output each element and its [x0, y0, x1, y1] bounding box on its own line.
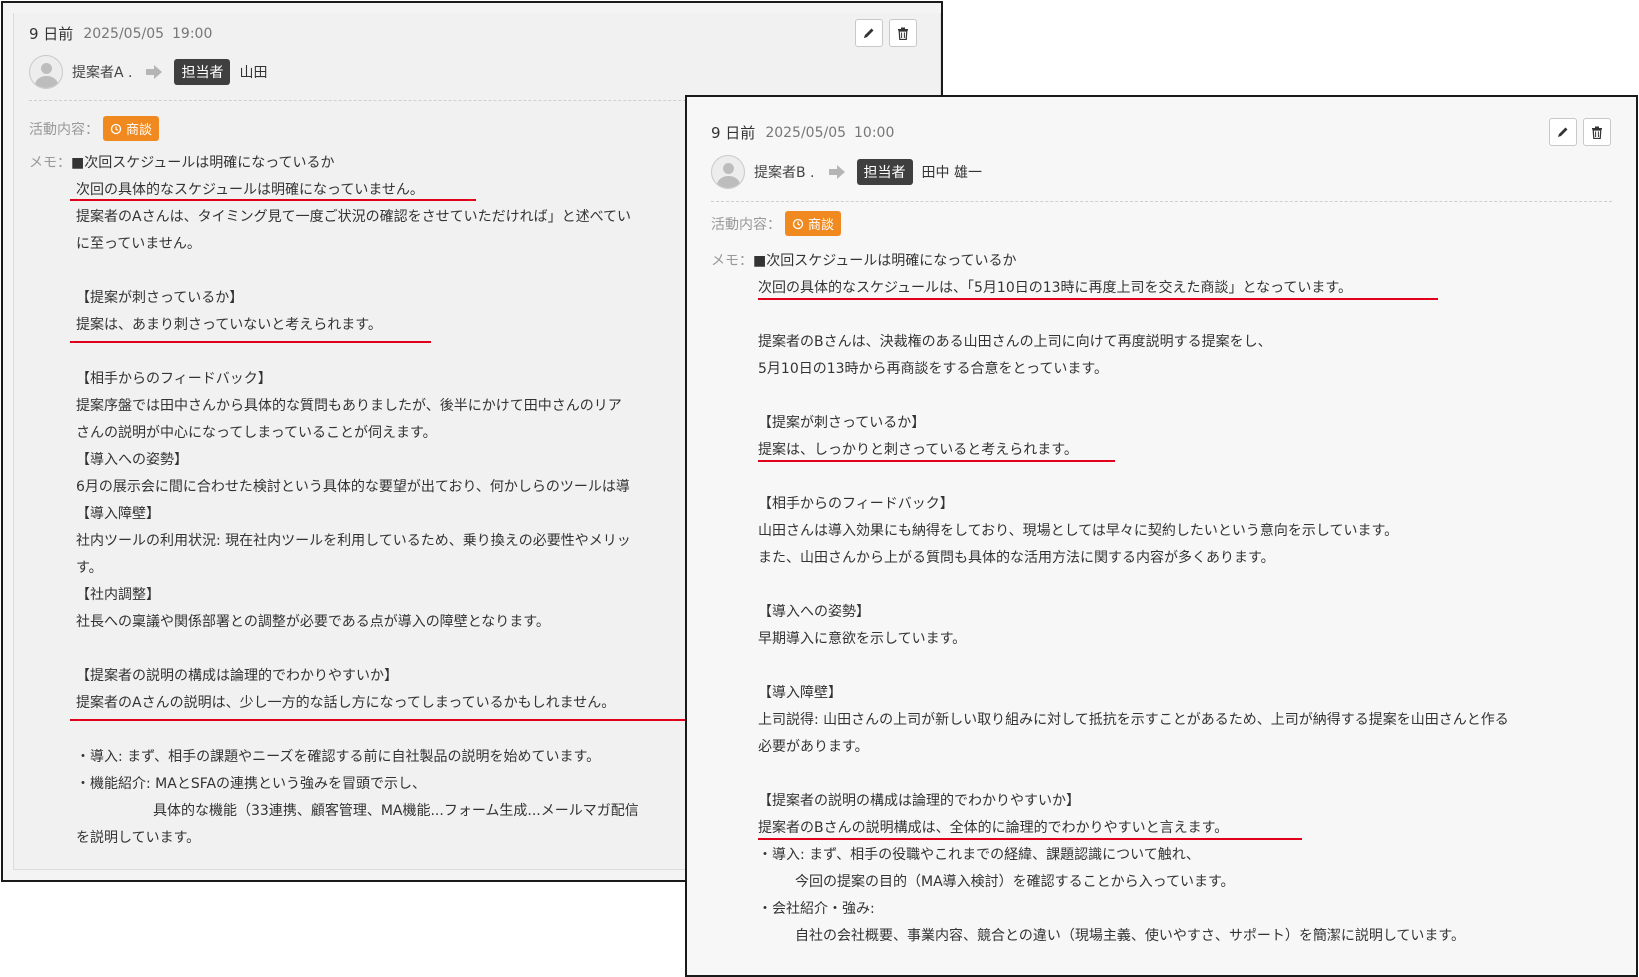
pencil-icon	[864, 28, 874, 38]
memo-line: 具体的な機能（33連携、顧客管理、MA機能...フォーム生成...メールマガ配信	[153, 803, 639, 819]
pencil-icon	[1558, 127, 1568, 137]
memo-label: メモ：	[711, 253, 753, 269]
activity-time: 19:00	[172, 25, 213, 42]
memo-line: 上司説得: 山田さんの上司が新しい取り組みに対して抵抗を示すことがあるため、上司…	[758, 712, 1509, 728]
memo-line: を説明しています。	[76, 830, 201, 846]
memo-line: 提案は、しっかりと刺さっていると考えられます。	[758, 442, 1078, 458]
trash-icon	[1592, 126, 1602, 139]
activity-label: 活動内容：	[711, 216, 781, 233]
delete-button[interactable]	[1583, 118, 1611, 146]
red-underline	[70, 199, 476, 201]
memo-line: す。	[76, 560, 103, 576]
memo-line: 必要があります。	[758, 739, 869, 755]
memo-line: 【導入への姿勢】	[76, 452, 188, 468]
edit-button[interactable]	[855, 19, 883, 47]
red-underline	[70, 719, 690, 721]
memo-line: 次回の具体的なスケジュールは明確になっていません。	[76, 182, 424, 198]
edit-button[interactable]	[1549, 118, 1577, 146]
clock-history-icon	[110, 123, 122, 134]
memo-line: 6月の展示会に間に合わせた検討という具体的な要望が出ており、何かしらのツールは導	[76, 479, 630, 495]
memo-line: さんの説明が中心になってしまっていることが伺えます。	[76, 425, 437, 441]
trash-icon	[898, 27, 908, 40]
memo-row: メモ：■次回スケジュールは明確になっているか	[29, 152, 335, 172]
arrow-right-icon	[146, 65, 163, 79]
divider	[711, 201, 1612, 202]
card-a-people: 提案者A . 担当者 山田	[29, 55, 267, 89]
card-b-header: 9 日前 2025/05/05 10:00	[711, 122, 894, 143]
memo-line: 【相手からのフィードバック】	[76, 371, 272, 387]
memo-line: 【導入への姿勢】	[758, 604, 870, 620]
memo-line: 次回の具体的なスケジュールは、「5月10日の13時に再度上司を交えた商談」となっ…	[758, 280, 1353, 296]
memo-first-line: ■次回スケジュールは明確になっているか	[753, 253, 1017, 269]
days-ago: 9 日前	[29, 25, 74, 43]
assignee-badge: 担当者	[856, 159, 913, 185]
proposer-name[interactable]: 提案者B .	[754, 162, 815, 182]
memo-line: 今回の提案の目的（MA導入検討）を確認することから入っています。	[795, 874, 1235, 890]
activity-time: 10:00	[854, 124, 895, 141]
activity-date: 2025/05/05	[83, 25, 165, 42]
memo-line: 【相手からのフィードバック】	[758, 496, 954, 512]
memo-line: 【提案が刺さっているか】	[76, 290, 244, 306]
memo-line: 【社内調整】	[76, 587, 160, 603]
memo-line: ・導入: まず、相手の役職やこれまでの経緯、課題認識について触れ、	[758, 847, 1200, 863]
memo-line: 提案序盤では田中さんから具体的な質問もありましたが、後半にかけて田中さんのリア	[76, 398, 622, 414]
red-underline	[70, 341, 431, 343]
memo-row: メモ：■次回スケジュールは明確になっているか	[711, 250, 1017, 270]
activity-card-b: 9 日前 2025/05/05 10:00 提案者B . 担当者 田中 雄一 活…	[685, 95, 1638, 977]
memo-line: ・機能紹介: MAとSFAの連携という強みを冒頭で示し、	[76, 776, 427, 792]
assignee-badge: 担当者	[174, 59, 231, 85]
memo-line: 5月10日の13時から再商談をする合意をとっています。	[758, 361, 1109, 377]
assignee-name[interactable]: 山田	[239, 62, 267, 82]
arrow-right-icon	[828, 165, 845, 179]
card-a-activity: 活動内容： 商談	[29, 116, 160, 141]
memo-line: 提案者のBさんは、決裁権のある山田さんの上司に向けて再度説明する提案をし、	[758, 334, 1272, 350]
activity-badge: 商談	[785, 211, 842, 236]
days-ago: 9 日前	[711, 124, 756, 142]
card-b-activity: 活動内容： 商談	[711, 211, 842, 236]
delete-button[interactable]	[889, 19, 917, 47]
memo-line: また、山田さんから上がる質問も具体的な活用方法に関する内容が多くあります。	[758, 550, 1275, 566]
red-underline	[758, 298, 1438, 300]
memo-label: メモ：	[29, 155, 71, 171]
avatar-icon	[711, 155, 745, 189]
activity-date: 2025/05/05	[765, 124, 847, 141]
memo-line: 社内ツールの利用状況: 現在社内ツールを利用しているため、乗り換えの必要性やメリ…	[76, 533, 631, 549]
activity-badge-label: 商談	[808, 218, 835, 233]
memo-line: 提案者のBさんの説明構成は、全体的に論理的でわかりやすいと言えます。	[758, 820, 1229, 836]
memo-line: に至っていません。	[76, 236, 201, 252]
assignee-name[interactable]: 田中 雄一	[922, 162, 982, 182]
card-a-header: 9 日前 2025/05/05 19:00	[29, 23, 212, 44]
card-b-people: 提案者B . 担当者 田中 雄一	[711, 155, 982, 189]
memo-line: 【導入障壁】	[76, 506, 160, 522]
memo-line: 山田さんは導入効果にも納得をしており、現場としては早々に契約したいという意向を示…	[758, 523, 1399, 539]
memo-line: 提案は、あまり刺さっていないと考えられます。	[76, 317, 382, 333]
activity-badge-label: 商談	[126, 123, 153, 138]
memo-line: 【提案者の説明の構成は論理的でわかりやすいか】	[758, 793, 1080, 809]
memo-line: 自社の会社概要、事業内容、競合との違い（現場主義、使いやすさ、サポート）を簡潔に…	[795, 928, 1466, 944]
activity-label: 活動内容：	[29, 121, 99, 138]
memo-line: ・導入: まず、相手の課題やニーズを確認する前に自社製品の説明を始めています。	[76, 749, 601, 765]
activity-badge: 商談	[103, 116, 160, 141]
memo-line: 提案者のAさんは、タイミング見て一度ご状況の確認をさせていただければ」と述べてい	[76, 209, 632, 225]
memo-line: 【提案者の説明の構成は論理的でわかりやすいか】	[76, 668, 398, 684]
red-underline	[758, 838, 1302, 840]
memo-line: 提案者のAさんの説明は、少し一方的な話し方になってしまっているかもしれません。	[76, 695, 616, 711]
memo-line: 社長への稟議や関係部署との調整が必要である点が導入の障壁となります。	[76, 614, 550, 630]
memo-line: ・会社紹介・強み:	[758, 901, 875, 917]
memo-line: 早期導入に意欲を示しています。	[758, 631, 967, 647]
memo-first-line: ■次回スケジュールは明確になっているか	[71, 155, 335, 171]
avatar-icon	[29, 55, 63, 89]
memo-line: 【導入障壁】	[758, 685, 842, 701]
proposer-name[interactable]: 提案者A .	[72, 62, 132, 82]
clock-history-icon	[792, 218, 804, 229]
memo-line: 【提案が刺さっているか】	[758, 415, 926, 431]
red-underline	[758, 460, 1115, 462]
